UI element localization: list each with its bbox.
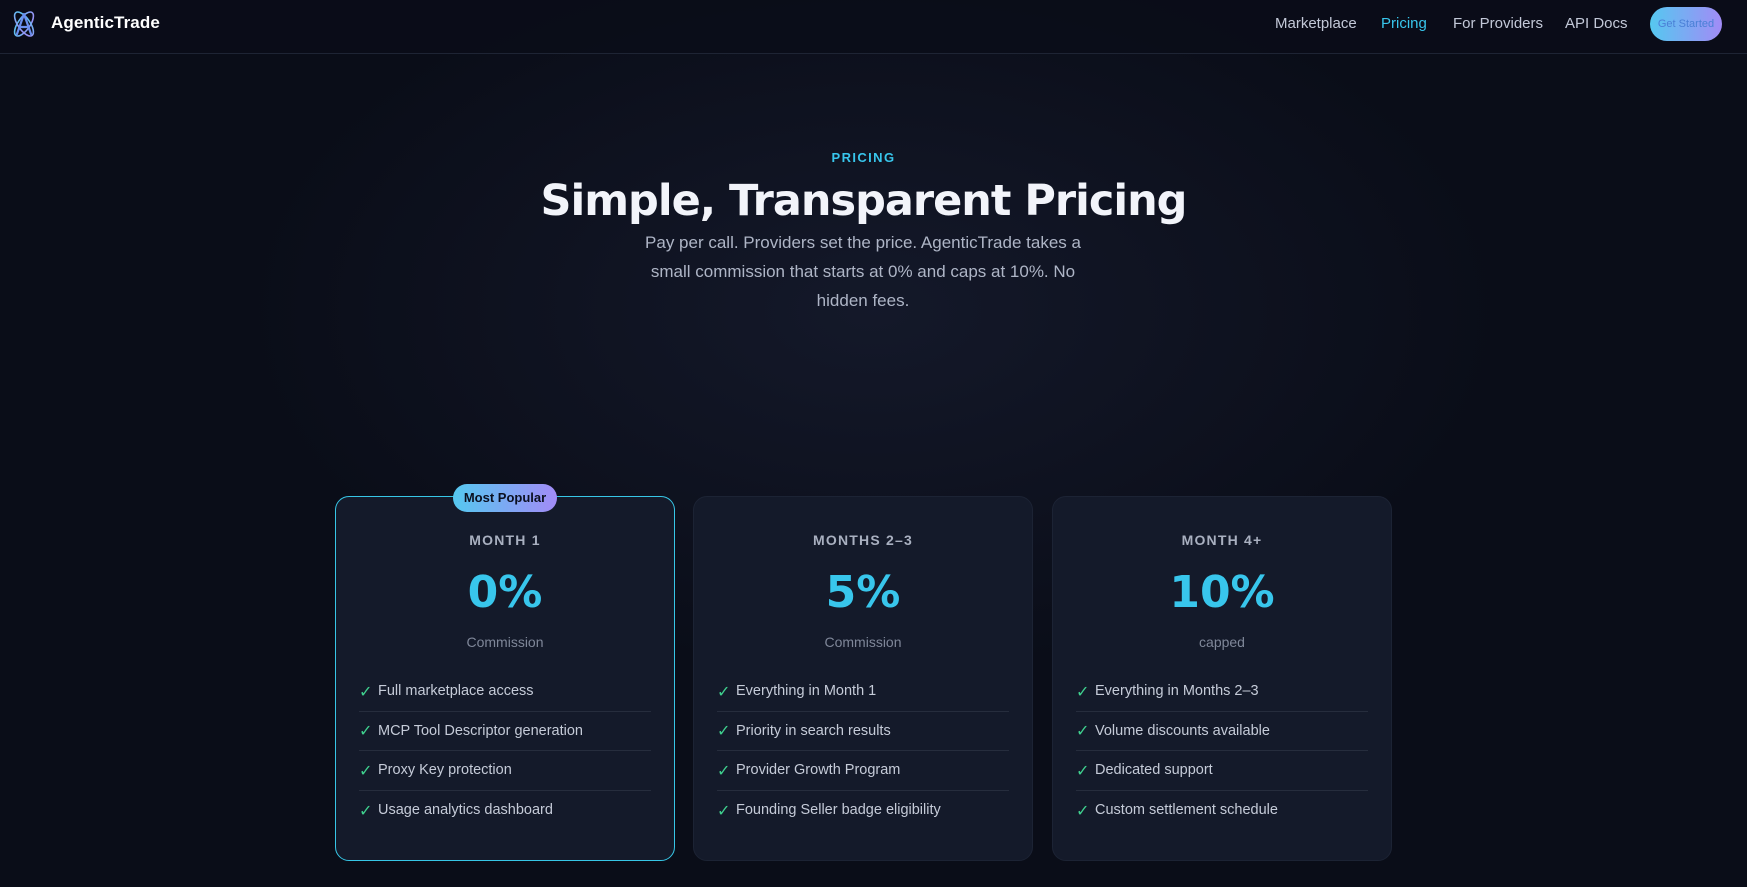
feature-text: Usage analytics dashboard <box>378 802 553 819</box>
section-eyebrow: PRICING <box>831 150 896 165</box>
brand-name[interactable]: AgenticTrade <box>51 13 160 33</box>
feature-item: ✓ Priority in search results <box>717 712 1009 751</box>
check-icon: ✓ <box>717 681 731 701</box>
feature-item: ✓ Provider Growth Program <box>717 751 1009 791</box>
check-icon: ✓ <box>717 760 731 780</box>
feature-list: ✓ Full marketplace access ✓ MCP Tool Descr… <box>359 672 651 830</box>
feature-text: Founding Seller badge eligibility <box>736 802 941 819</box>
feature-item: ✓ MCP Tool Descriptor generation <box>359 712 651 751</box>
page-title: Simple, Transparent Pricing <box>540 176 1188 226</box>
feature-item: ✓ Custom settlement schedule <box>1076 791 1368 831</box>
feature-text: MCP Tool Descriptor generation <box>378 722 583 739</box>
commission-rate: 10% <box>1169 567 1275 618</box>
most-popular-badge: Most Popular <box>453 484 557 512</box>
commission-label: Commission <box>824 634 902 650</box>
feature-text: Custom settlement schedule <box>1095 802 1278 819</box>
check-icon: ✓ <box>1076 760 1090 780</box>
commission-rate: 5% <box>825 567 901 618</box>
feature-text: Volume discounts available <box>1095 722 1270 739</box>
brand-logo-icon[interactable] <box>8 8 40 40</box>
check-icon: ✓ <box>717 800 731 820</box>
nav-link-marketplace[interactable]: Marketplace <box>1275 15 1357 32</box>
pricing-card-months-2-3: MONTHS 2–3 5% Commission ✓ Everything in … <box>693 496 1033 861</box>
top-nav: AgenticTrade Marketplace Pricing For Pro… <box>0 0 1747 54</box>
plan-tier: MONTHS 2–3 <box>813 532 913 548</box>
check-icon: ✓ <box>1076 681 1090 701</box>
feature-item: ✓ Volume discounts available <box>1076 712 1368 751</box>
check-icon: ✓ <box>1076 721 1090 741</box>
pricing-card-month-4-plus: MONTH 4+ 10% capped ✓ Everything in Month… <box>1052 496 1392 861</box>
commission-label: Commission <box>466 634 544 650</box>
feature-list: ✓ Everything in Month 1 ✓ Priority in sear… <box>717 672 1009 830</box>
plan-tier: MONTH 4+ <box>1181 532 1263 548</box>
feature-text: Everything in Months 2–3 <box>1095 683 1259 700</box>
commission-label: capped <box>1199 634 1245 650</box>
feature-item: ✓ Founding Seller badge eligibility <box>717 791 1009 831</box>
check-icon: ✓ <box>359 721 373 741</box>
nav-link-pricing[interactable]: Pricing <box>1381 15 1427 32</box>
feature-text: Full marketplace access <box>378 683 534 700</box>
feature-item: ✓ Dedicated support <box>1076 751 1368 791</box>
check-icon: ✓ <box>1076 800 1090 820</box>
feature-text: Priority in search results <box>736 722 891 739</box>
nav-link-api-docs[interactable]: API Docs <box>1565 15 1628 32</box>
feature-item: ✓ Full marketplace access <box>359 672 651 712</box>
feature-text: Provider Growth Program <box>736 762 901 779</box>
page-subtitle: Pay per call. Providers set the price. A… <box>645 233 1081 310</box>
get-started-button[interactable]: Get Started <box>1650 7 1722 41</box>
feature-text: Everything in Month 1 <box>736 683 877 700</box>
feature-item: ✓ Everything in Months 2–3 <box>1076 672 1368 712</box>
check-icon: ✓ <box>359 681 373 701</box>
feature-item: ✓ Proxy Key protection <box>359 751 651 791</box>
plan-tier: MONTH 1 <box>469 532 541 548</box>
feature-text: Proxy Key protection <box>378 762 512 779</box>
check-icon: ✓ <box>717 721 731 741</box>
nav-link-for-providers[interactable]: For Providers <box>1453 15 1543 32</box>
check-icon: ✓ <box>359 760 373 780</box>
commission-rate: 0% <box>467 567 543 618</box>
feature-item: ✓ Everything in Month 1 <box>717 672 1009 712</box>
pricing-card-month-1: Most Popular MONTH 1 0% Commission ✓ Full… <box>335 484 675 861</box>
feature-text: Dedicated support <box>1095 762 1213 779</box>
check-icon: ✓ <box>359 800 373 820</box>
feature-item: ✓ Usage analytics dashboard <box>359 791 651 831</box>
feature-list: ✓ Everything in Months 2–3 ✓ Volume discou… <box>1076 672 1368 830</box>
